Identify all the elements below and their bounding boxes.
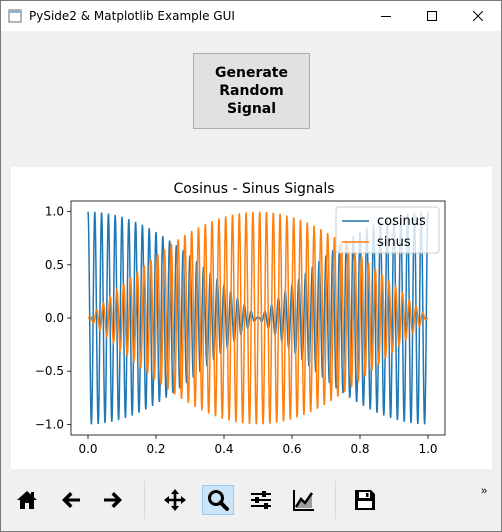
app-icon — [8, 9, 22, 23]
generate-random-signal-button[interactable]: Generate Random Signal — [193, 53, 310, 129]
forward-arrow-icon — [104, 492, 122, 508]
generate-button-line-3: Signal — [226, 101, 277, 117]
home-icon — [17, 491, 37, 509]
pan-icon — [164, 489, 186, 511]
window-title: PySide2 & Matplotlib Example GUI — [29, 9, 235, 23]
configure-subplots-icon — [251, 491, 271, 509]
toolbar-overflow-button[interactable]: » — [481, 485, 487, 497]
y-tick-label: 0.5 — [45, 258, 64, 272]
configure-subplots-button[interactable] — [245, 485, 277, 515]
app-window: PySide2 & Matplotlib Example GUI Generat… — [0, 0, 502, 532]
legend: cosinus sinus — [335, 206, 440, 254]
x-tick-label: 0.6 — [282, 442, 301, 456]
minimize-button[interactable] — [363, 1, 409, 31]
zoom-button[interactable] — [202, 485, 234, 515]
save-button[interactable] — [349, 485, 381, 515]
edit-axes-button[interactable] — [288, 485, 320, 515]
legend-label-sinus: sinus — [377, 235, 411, 250]
y-tick-label: −0.5 — [35, 364, 64, 378]
legend-label-cosinus: cosinus — [377, 214, 426, 229]
toolbar-separator — [335, 481, 336, 519]
x-tick-label: 0.8 — [350, 442, 369, 456]
signal-chart: Cosinus - Sinus Signals 0.0 0.2 0.4 0.6 0.8 1… — [35, 181, 446, 456]
maximize-icon — [427, 11, 437, 21]
x-tick-label: 0.4 — [214, 442, 233, 456]
x-tick-label: 1.0 — [418, 442, 437, 456]
generate-button-line-2: Random — [219, 83, 284, 99]
y-tick-label: 0.0 — [45, 311, 64, 325]
title-bar: PySide2 & Matplotlib Example GUI — [1, 1, 501, 31]
chart-title: Cosinus - Sinus Signals — [173, 181, 334, 197]
x-tick-label: 0.0 — [78, 442, 97, 456]
close-icon — [473, 11, 483, 21]
back-button[interactable] — [55, 485, 87, 515]
home-button[interactable] — [11, 485, 43, 515]
maximize-button[interactable] — [409, 1, 455, 31]
generate-button-line-1: Generate — [215, 65, 288, 81]
edit-axes-icon — [293, 490, 314, 511]
save-icon — [355, 490, 375, 510]
zoom-icon — [208, 490, 229, 511]
y-tick-label: −1.0 — [35, 417, 64, 431]
back-arrow-icon — [62, 492, 80, 508]
close-button[interactable] — [455, 1, 501, 31]
minimize-icon — [381, 16, 391, 17]
toolbar-separator — [144, 481, 145, 519]
pan-button[interactable] — [159, 485, 191, 515]
plot-canvas[interactable]: Cosinus - Sinus Signals 0.0 0.2 0.4 0.6 0.8 1… — [11, 167, 492, 469]
forward-button[interactable] — [97, 485, 129, 515]
x-tick-label: 0.2 — [146, 442, 165, 456]
y-tick-label: 1.0 — [45, 205, 64, 219]
navigation-toolbar — [1, 473, 501, 531]
